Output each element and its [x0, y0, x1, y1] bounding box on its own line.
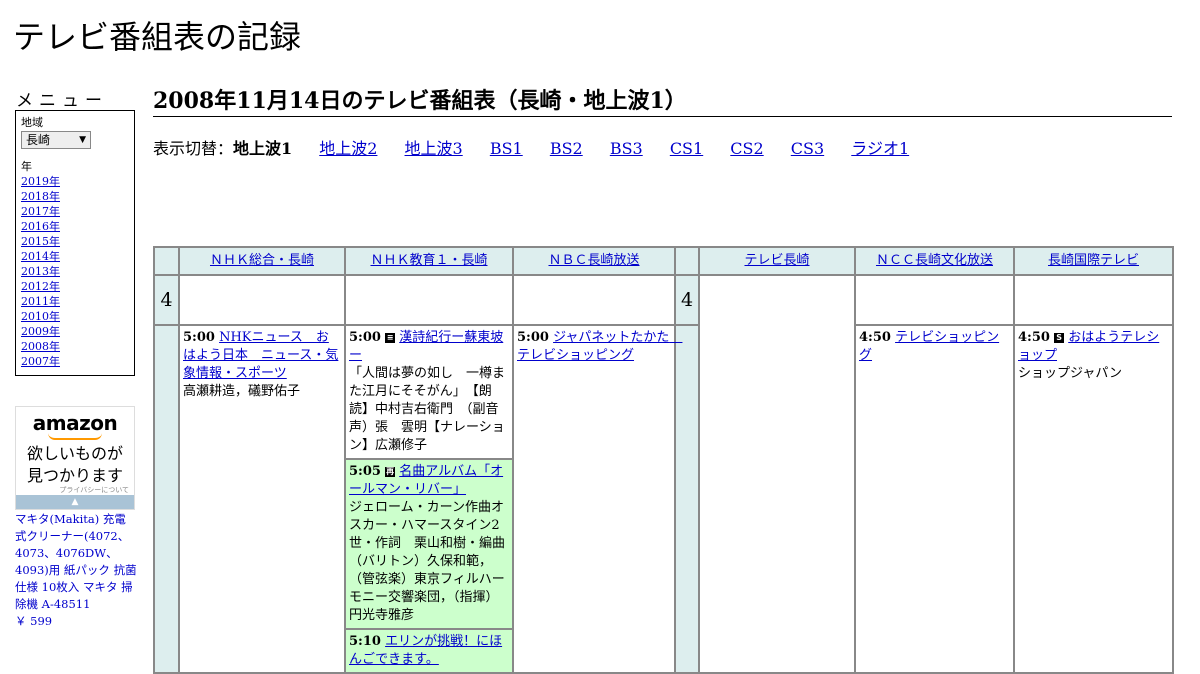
empty-slot: [854, 274, 1015, 326]
year-link-2009[interactable]: 2009年: [21, 325, 60, 338]
year-link-2018[interactable]: 2018年: [21, 190, 60, 203]
program-desc: ショップジャパン: [1018, 366, 1123, 381]
caret-up-icon: ▲: [71, 497, 79, 507]
ad-product-title[interactable]: マキタ(Makita) 充電式クリーナー(4072、4073、4076DW、40…: [15, 512, 137, 611]
ad-collapse-bar[interactable]: ▲: [16, 495, 134, 509]
schedule-table: ＮＨＫ総合・長崎 ＮＨＫ教育１・長崎 ＮＢＣ長崎放送 テレビ長崎 ＮＣＣ長崎文化…: [153, 246, 1174, 674]
program-cell: 4:50 テレビショッピング: [854, 324, 1015, 674]
channel-header: ＮＣＣ長崎文化放送: [854, 246, 1015, 276]
program-time: 5:00: [183, 330, 215, 345]
ad-product-price: ￥ 599: [15, 614, 53, 628]
switch-current: 地上波1: [233, 139, 293, 158]
region-label: 地域: [21, 116, 43, 129]
year-link-2008[interactable]: 2008年: [21, 340, 60, 353]
program-time: 5:00: [349, 330, 381, 345]
switch-label: 表示切替：: [153, 139, 234, 158]
channel-link-nhk-edu[interactable]: ＮＨＫ教育１・長崎: [370, 253, 487, 268]
year-link-2007[interactable]: 2007年: [21, 355, 60, 368]
channel-link-nib[interactable]: 長崎国際テレビ: [1048, 253, 1139, 268]
program-time: 4:50: [859, 330, 891, 345]
hour-header-left: [153, 246, 180, 276]
year-link-2010[interactable]: 2010年: [21, 310, 60, 323]
channel-link-ncc[interactable]: ＮＣＣ長崎文化放送: [876, 253, 993, 268]
ad-slogan-line2: 見つかります: [26, 466, 123, 485]
channel-header: ＮＨＫ総合・長崎: [178, 246, 346, 276]
ad-privacy-link[interactable]: プライバシーについて: [59, 485, 129, 495]
program-cell: 5:00 ジャパネットたかた テレビショッピング: [512, 324, 682, 674]
menu-box: 地域 長崎 ▼ 年 2019年 2018年 2017年 2016年 2015年 …: [15, 110, 135, 376]
program-time: 5:10: [349, 634, 381, 649]
region-select[interactable]: 長崎 ▼: [21, 131, 91, 149]
year-link-2017[interactable]: 2017年: [21, 205, 60, 218]
channel-header: ＮＨＫ教育１・長崎: [344, 246, 514, 276]
year-link-2012[interactable]: 2012年: [21, 280, 60, 293]
hour-spacer: [153, 324, 180, 674]
program-desc: 「人間は夢の如し 一樽また江月にそそがん」 【朗読】中村吉右衛門 （副音声）張 …: [349, 366, 506, 453]
switch-link-bs3[interactable]: BS3: [610, 139, 643, 158]
page-title: 2008年11月14日のテレビ番組表（長崎・地上波1）: [153, 83, 1172, 117]
menu-heading: メニュー: [16, 91, 108, 111]
channel-header-row: ＮＨＫ総合・長崎 ＮＨＫ教育１・長崎 ＮＢＣ長崎放送 テレビ長崎 ＮＣＣ長崎文化…: [153, 246, 1174, 276]
channel-header: ＮＢＣ長崎放送: [512, 246, 676, 276]
rebroadcast-icon: 再: [385, 467, 396, 477]
year-link-2013[interactable]: 2013年: [21, 265, 60, 278]
empty-slot: [1013, 274, 1174, 326]
year-link-2019[interactable]: 2019年: [21, 175, 60, 188]
switch-link-cs3[interactable]: CS3: [791, 139, 824, 158]
program-cell: 5:00 ≡ 漢詩紀行ー蘇東坡ー 「人間は夢の如し 一樽また江月にそそがん」 【…: [344, 324, 514, 460]
hour-header-mid: [674, 246, 700, 276]
year-label: 年: [21, 160, 32, 173]
empty-slot: [344, 274, 514, 326]
hour-cell: 4: [674, 274, 700, 326]
program-cell: 4:50 S おはようテレショップ ショップジャパン: [1013, 324, 1174, 674]
program-cell: 5:00 NHKニュース おはよう日本 ニュース・気象情報・スポーツ 高瀬耕造，…: [178, 324, 346, 674]
channel-link-ktn[interactable]: テレビ長崎: [744, 253, 809, 268]
program-time: 4:50: [1018, 330, 1050, 345]
channel-header: 長崎国際テレビ: [1013, 246, 1174, 276]
program-time: 5:00: [517, 330, 549, 345]
channel-link-nhk-sogo[interactable]: ＮＨＫ総合・長崎: [210, 253, 314, 268]
year-link-2015[interactable]: 2015年: [21, 235, 60, 248]
hour-spacer: [674, 324, 700, 674]
ad-product[interactable]: マキタ(Makita) 充電式クリーナー(4072、4073、4076DW、40…: [15, 511, 137, 630]
empty-slot: [698, 274, 856, 674]
amazon-ad[interactable]: amazon 欲しいものが 見つかります プライバシーについて ▲: [15, 406, 135, 510]
switch-link-chijo2[interactable]: 地上波2: [319, 139, 377, 158]
year-link-2014[interactable]: 2014年: [21, 250, 60, 263]
program-cell: 5:05 再 名曲アルバム「オールマン・リバー」 ジェローム・カーン作曲オスカー…: [344, 458, 514, 630]
empty-slot: [512, 274, 676, 326]
program-row: 5:00 NHKニュース おはよう日本 ニュース・気象情報・スポーツ 高瀬耕造，…: [153, 324, 1174, 674]
amazon-logo: amazon: [32, 411, 118, 435]
channel-header: テレビ長崎: [698, 246, 856, 276]
view-switcher: 表示切替：地上波1 地上波2 地上波3 BS1 BS2 BS3 CS1 CS2 …: [153, 135, 931, 159]
switch-link-chijo3[interactable]: 地上波3: [405, 139, 463, 158]
switch-link-bs2[interactable]: BS2: [550, 139, 583, 158]
year-link-2011[interactable]: 2011年: [21, 295, 60, 308]
channel-link-nbc[interactable]: ＮＢＣ長崎放送: [548, 253, 639, 268]
program-desc: ジェローム・カーン作曲オスカー・ハマースタイン2世・作詞 栗山和樹・編曲（バリト…: [349, 500, 506, 623]
program-time: 5:05: [349, 464, 381, 479]
site-title: テレビ番組表の記録: [13, 18, 302, 56]
year-link-2016[interactable]: 2016年: [21, 220, 60, 233]
empty-slot: [178, 274, 346, 326]
switch-link-cs2[interactable]: CS2: [730, 139, 763, 158]
chevron-down-icon: ▼: [79, 134, 86, 145]
hour-row-4: 4 4: [153, 274, 1174, 674]
year-list: 2019年 2018年 2017年 2016年 2015年 2014年 2013…: [21, 174, 129, 369]
program-cell: 5:10 エリンが挑戦！にほんごできます。: [344, 628, 514, 674]
stereo-icon: S: [1054, 333, 1065, 343]
switch-link-radio1[interactable]: ラジオ1: [851, 139, 909, 158]
region-select-value: 長崎: [26, 132, 51, 147]
program-desc: 高瀬耕造，礒野佑子: [183, 384, 301, 399]
switch-link-bs1[interactable]: BS1: [490, 139, 523, 158]
ad-slogan-line1: 欲しいものが: [26, 444, 123, 463]
switch-link-cs1[interactable]: CS1: [670, 139, 703, 158]
hour-cell: 4: [153, 274, 180, 326]
text-broadcast-icon: ≡: [385, 333, 396, 343]
